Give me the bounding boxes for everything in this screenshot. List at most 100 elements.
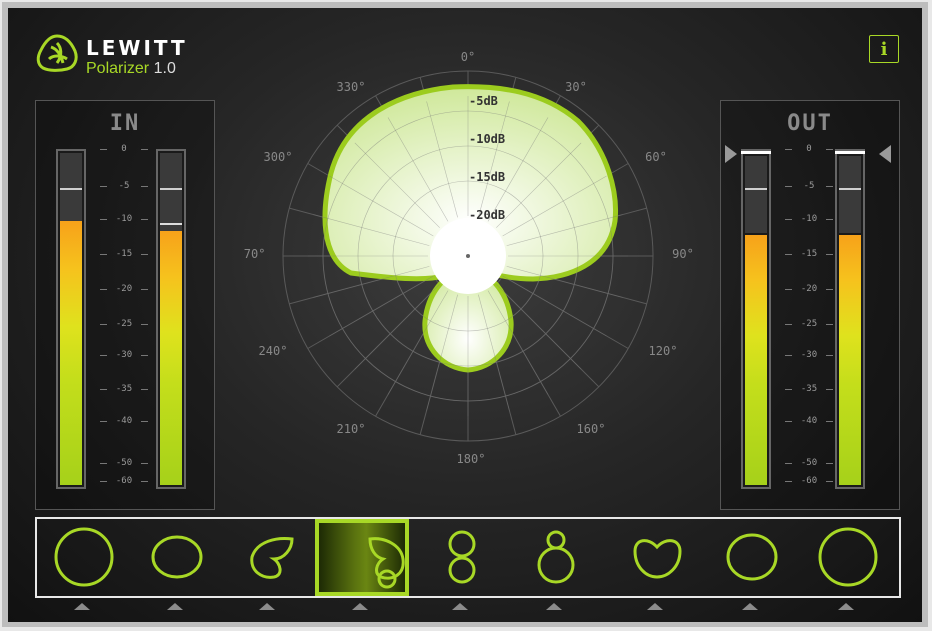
meter-scale-tick [826,289,833,290]
product-name: Polarizer 1.0 [86,60,176,78]
polar-angle-label: 240° [259,344,288,358]
meter-scale-tick [785,219,792,220]
meter-scale-tick [141,149,148,150]
polar-angle-label: 330° [337,80,366,94]
pattern-slot-arrow-icon[interactable] [546,603,562,610]
meter-scale-tick [826,463,833,464]
meter-empty [745,156,767,233]
wide-omni-pattern-icon [726,533,778,581]
meter-scale-tick [100,186,107,187]
polar-angle-label: 60° [645,150,667,164]
meter-reference-line [839,188,861,190]
product-title: Polarizer [86,60,150,77]
meter-scale-tick [826,219,833,220]
meter-scale-tick [785,463,792,464]
meter-scale-tick [785,389,792,390]
meter-scale-tick [141,463,148,464]
meter-empty [160,153,182,231]
meter-scale-tick [141,219,148,220]
pattern-slot-arrow-icon[interactable] [742,603,758,610]
meter-scale-tick [826,481,833,482]
pattern-option-omni[interactable] [37,519,131,596]
pattern-option-omni-large[interactable] [801,519,895,596]
pattern-slot-arrow-icon[interactable] [838,603,854,610]
meter-scale-tick [826,421,833,422]
right-peak-marker-icon[interactable] [879,145,891,163]
meter-empty [839,156,861,233]
pattern-slot-arrow-icon[interactable] [452,603,468,610]
meter-level [160,231,182,485]
pattern-option-wide-cardioid[interactable] [130,519,224,596]
polar-angle-label: 30° [565,80,587,94]
meter-level [60,221,82,485]
pattern-slot-arrow-icon[interactable] [647,603,663,610]
output-meter-scale: 0 -5 -10 -15 -20 -25 -30 -35 -40 -50 -60 [783,144,835,489]
output-meter-left [741,149,771,489]
meter-scale-tick [100,254,107,255]
pattern-selector-bar [35,517,901,598]
wide-cardioid-pattern-icon [151,535,203,579]
pattern-option-hypercardioid[interactable] [509,519,603,596]
meter-scale-tick [141,324,148,325]
left-peak-marker-icon[interactable] [725,145,737,163]
meter-scale-tick [141,389,148,390]
polar-db-label: -20dB [469,208,505,222]
meter-scale-tick [826,254,833,255]
meter-scale-tick [785,186,792,187]
meter-peak-hold [835,151,865,154]
lewitt-logo-icon [36,34,78,72]
brand-name: LEWITT [86,36,188,60]
meter-scale-tick [826,149,833,150]
plugin-window: LEWITT Polarizer 1.0 i IN 0 -5 -10 -15 -20 -2… [8,8,922,622]
figure-eight-pattern-icon [448,530,476,584]
meter-scale-tick [826,186,833,187]
meter-reference-line [160,188,182,190]
info-button[interactable]: i [869,35,899,63]
cardioid-left-pattern-icon [250,537,294,579]
meter-scale-tick [100,389,107,390]
meter-scale-tick [141,481,148,482]
polar-angle-label: 270° [243,247,265,261]
meter-empty [60,153,82,221]
pattern-slot-arrow-icon[interactable] [167,603,183,610]
meter-scale-tick [785,289,792,290]
meter-scale-tick [785,355,792,356]
polar-angle-label: 180° [457,452,486,466]
polar-angle-label: 120° [649,344,678,358]
output-title: OUT [787,111,833,136]
polar-angle-label: 210° [337,422,366,436]
input-meter-left [56,149,86,489]
polar-db-label: -5dB [469,94,498,108]
polar-center-dot [466,254,470,258]
pattern-option-wide-omni[interactable] [705,519,799,596]
pattern-option-cardioid-left[interactable] [222,519,316,596]
pattern-option-cardioid-right[interactable] [315,519,409,596]
meter-scale-tick [141,186,148,187]
meter-scale-tick [826,324,833,325]
input-meter-scale: 0 -5 -10 -15 -20 -25 -30 -35 -40 -50 -60 [98,144,150,489]
meter-peak-line [160,223,182,225]
meter-scale-tick [826,389,833,390]
meter-reference-line [60,188,82,190]
meter-scale-tick [785,481,792,482]
meter-scale-tick [785,254,792,255]
meter-scale-tick [785,149,792,150]
polar-angle-label: 160° [577,422,606,436]
meter-scale-tick [100,355,107,356]
pattern-option-heart[interactable] [610,519,704,596]
pattern-slot-arrow-icon[interactable] [259,603,275,610]
polar-angle-label: 90° [672,247,693,261]
window-frame: LEWITT Polarizer 1.0 i IN 0 -5 -10 -15 -20 -2… [2,2,928,627]
pattern-slot-arrow-icon[interactable] [352,603,368,610]
pattern-option-figure-eight[interactable] [415,519,509,596]
meter-scale-tick [100,324,107,325]
meter-scale-tick [785,421,792,422]
product-version: 1.0 [153,60,176,77]
output-meter-right [835,149,865,489]
meter-level [839,235,861,485]
pattern-slot-arrow-icon[interactable] [74,603,90,610]
meter-scale-tick [141,355,148,356]
omni-large-pattern-icon [818,527,878,587]
omni-pattern-icon [54,527,114,587]
meter-reference-line [745,188,767,190]
